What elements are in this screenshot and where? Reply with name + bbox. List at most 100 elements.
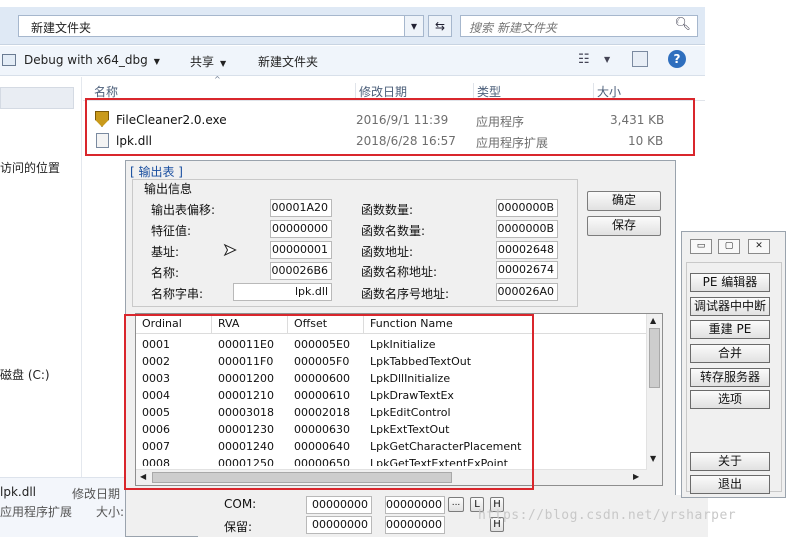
pe-editor-button[interactable]: PE 编辑器 — [690, 273, 770, 292]
exit-button[interactable]: 退出 — [690, 475, 770, 494]
options-button[interactable]: 选项 — [690, 390, 770, 409]
exe-file-icon — [95, 111, 109, 127]
chevron-down-icon: ▼ — [220, 59, 227, 68]
refresh-icon[interactable]: ⇆ — [428, 15, 452, 37]
com-field-2[interactable]: 00000000 — [385, 496, 445, 514]
file-row[interactable]: FileCleaner2.0.exe 2016/9/1 11:39 应用程序 3… — [90, 110, 700, 130]
file-name: FileCleaner2.0.exe — [116, 113, 227, 127]
table-body: 0001 000011E0 000005E0 LpkInitialize 0002 000… — [136, 336, 647, 466]
func-ordinal-addr-field[interactable]: 000026A0 — [496, 283, 558, 301]
save-button[interactable]: 保存 — [587, 216, 661, 236]
details-file-type: 应用程序扩展 — [0, 505, 73, 519]
scroll-right-icon[interactable]: ▶ — [633, 472, 639, 481]
nav-item-local-disk[interactable]: 磁盘 (C:) — [0, 366, 50, 383]
help-icon[interactable]: ? — [668, 50, 686, 68]
column-header-date[interactable]: 修改日期 — [355, 83, 407, 100]
func-addr-field[interactable]: 00002648 — [496, 241, 558, 259]
table-header-ordinal[interactable]: Ordinal — [136, 314, 212, 334]
browse-button[interactable]: ... — [448, 497, 464, 512]
table-row[interactable]: 0002 000011F0 000005F0 LpkTabbedTextOut — [136, 353, 647, 370]
merge-button[interactable]: 合并 — [690, 344, 770, 363]
rva-cell: 00001200 — [218, 372, 274, 385]
scrollbar-thumb[interactable] — [649, 328, 660, 388]
offset-cell: 00000630 — [294, 423, 350, 436]
table-row[interactable]: 0007 00001240 00000640 LpkGetCharacterPlace… — [136, 438, 647, 455]
num-names-field[interactable]: 0000000B — [496, 220, 558, 238]
dump-server-button[interactable]: 转存服务器 — [690, 368, 770, 387]
navigation-pane: 访问的位置 磁盘 (C:) — [0, 77, 82, 477]
app-icon — [2, 54, 16, 66]
function-name-cell: LpkGetCharacterPlacement — [370, 440, 522, 453]
table-row[interactable]: 0005 00003018 00002018 LpkEditControl — [136, 404, 647, 421]
debugger-break-button[interactable]: 调试器中中断 — [690, 297, 770, 316]
table-row[interactable]: 0006 00001230 00000630 LpkExtTextOut — [136, 421, 647, 438]
num-functions-label: 函数数量: — [361, 203, 414, 217]
search-input[interactable]: 搜索 新建文件夹 🔍︎ — [460, 15, 698, 37]
table-row[interactable]: 0003 00001200 00000600 LpkDllInitialize — [136, 370, 647, 387]
minimize-icon[interactable]: ▭ — [690, 239, 712, 254]
details-file-name: lpk.dll — [0, 485, 36, 499]
scroll-up-icon[interactable]: ▲ — [650, 316, 656, 325]
maximize-icon[interactable]: ▢ — [718, 239, 740, 254]
func-ordinal-addr-label: 函数名序号地址: — [361, 287, 450, 301]
num-functions-field[interactable]: 0000000B — [496, 199, 558, 217]
nav-item-recent-places[interactable]: 访问的位置 — [0, 159, 60, 176]
chevron-down-icon[interactable]: ▼ — [604, 55, 610, 64]
func-name-addr-label: 函数名称地址: — [361, 265, 438, 279]
ordinal-cell: 0005 — [142, 406, 170, 419]
function-name-cell: LpkGetTextExtentExPoint — [370, 457, 508, 466]
reserved-field-2[interactable]: 00000000 — [385, 516, 445, 534]
file-row[interactable]: lpk.dll 2018/6/28 16:57 应用程序扩展 10 KB — [90, 131, 700, 151]
ordinal-cell: 0008 — [142, 457, 170, 466]
address-text: 新建文件夹 — [31, 21, 92, 35]
address-dropdown-icon[interactable]: ▾ — [404, 15, 424, 37]
table-row[interactable]: 0008 00001250 00000650 LpkGetTextExtentExPo… — [136, 455, 647, 466]
function-name-cell: LpkDrawTextEx — [370, 389, 454, 402]
func-name-addr-field[interactable]: 00002674 — [496, 261, 558, 279]
share-button[interactable]: 共享 ▼ — [190, 53, 226, 70]
table-row[interactable]: 0001 000011E0 000005E0 LpkInitialize — [136, 336, 647, 353]
file-type: 应用程序扩展 — [476, 136, 549, 150]
characteristics-field[interactable]: 00000000 — [270, 220, 332, 238]
search-icon[interactable]: 🔍︎ — [674, 17, 691, 32]
function-name-cell: LpkTabbedTextOut — [370, 355, 472, 368]
column-header-size[interactable]: 大小 — [593, 83, 621, 100]
about-button[interactable]: 关于 — [690, 452, 770, 471]
address-field[interactable]: 新建文件夹 ▼ — [18, 15, 420, 37]
table-header-offset[interactable]: Offset — [288, 314, 364, 334]
table-header-rva[interactable]: RVA — [212, 314, 288, 334]
rebuild-pe-button[interactable]: 重建 PE — [690, 320, 770, 339]
reserved-label: 保留: — [224, 520, 253, 534]
vertical-scrollbar[interactable]: ▲ ▼ — [646, 314, 662, 485]
export-offset-field[interactable]: 00001A20 — [270, 199, 332, 217]
table-header-function-name[interactable]: Function Name — [364, 314, 647, 334]
open-with-button[interactable]: Debug with x64_dbg ▼ — [24, 53, 160, 67]
export-table-dialog: [ 输出表 ] 输出信息 输出表偏移: 00001A20 特征值: 000000… — [125, 160, 676, 537]
view-options-icon[interactable]: ☷ — [578, 52, 590, 67]
com-label: COM: — [224, 497, 257, 511]
com-field-1[interactable]: 00000000 — [306, 496, 372, 514]
table-row[interactable]: 0004 00001210 00000610 LpkDrawTextEx — [136, 387, 647, 404]
preview-pane-icon[interactable] — [632, 51, 648, 67]
file-size: 10 KB — [628, 134, 664, 148]
column-header-type[interactable]: 类型 — [473, 83, 501, 100]
dll-file-icon — [96, 133, 109, 148]
hscroll-thumb[interactable] — [152, 472, 452, 483]
column-header-name[interactable]: 名称 — [94, 83, 118, 100]
export-function-table[interactable]: Ordinal RVA Offset Function Name 0001 000… — [135, 313, 663, 486]
ok-button[interactable]: 确定 — [587, 191, 661, 211]
characteristics-label: 特征值: — [151, 224, 192, 238]
rva-cell: 000011F0 — [218, 355, 274, 368]
function-name-cell: LpkInitialize — [370, 338, 436, 351]
reserved-field-1[interactable]: 00000000 — [306, 516, 372, 534]
base-field[interactable]: 00000001 — [270, 241, 332, 259]
horizontal-scrollbar[interactable]: ◀ ▶ — [136, 469, 647, 485]
scroll-left-icon[interactable]: ◀ — [140, 472, 146, 481]
name-string-field[interactable]: lpk.dll — [233, 283, 332, 301]
scroll-down-icon[interactable]: ▼ — [650, 454, 656, 463]
nav-selected-item[interactable] — [0, 87, 74, 109]
close-icon[interactable]: ✕ — [748, 239, 770, 254]
new-folder-button[interactable]: 新建文件夹 — [258, 53, 318, 70]
name-field[interactable]: 000026B6 — [270, 262, 332, 280]
share-label: 共享 — [190, 55, 215, 69]
